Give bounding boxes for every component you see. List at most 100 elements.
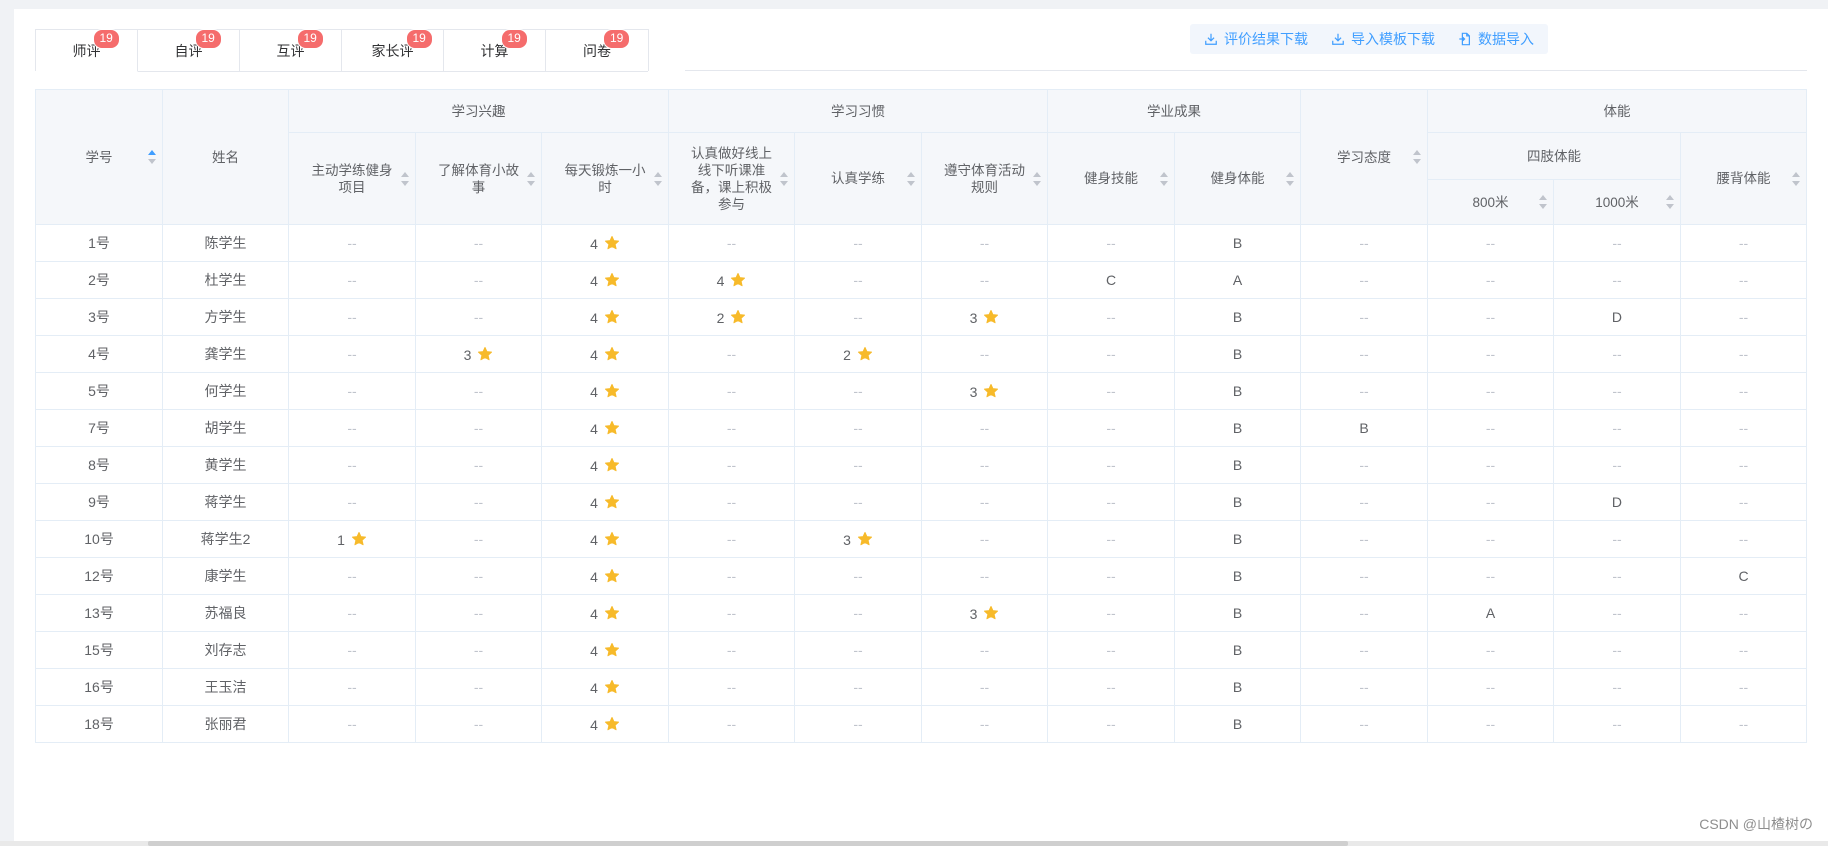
cell-score: -- <box>1046 520 1176 558</box>
sort-icon[interactable] <box>1032 171 1041 186</box>
col-800m[interactable]: 800米 <box>1427 179 1554 225</box>
score-value: -- <box>1738 383 1749 399</box>
sort-icon[interactable] <box>1413 150 1422 164</box>
score-value: -- <box>1359 568 1369 584</box>
score-value: -- <box>853 679 863 695</box>
score-value: -- <box>347 679 357 695</box>
score-value: 4 <box>590 272 598 289</box>
download-results-button[interactable]: 评价结果下载 <box>1190 24 1322 54</box>
sort-icon[interactable] <box>1792 171 1800 186</box>
cell-score: 4 <box>540 520 670 558</box>
sort-icon[interactable] <box>907 171 916 186</box>
tab-4[interactable]: 计算 19 <box>444 28 546 72</box>
cell-score: -- <box>1552 520 1682 558</box>
sort-icon[interactable] <box>1285 171 1294 186</box>
cell-name: 苏福良 <box>162 594 289 632</box>
cell-score: -- <box>415 298 542 336</box>
cell-score: -- <box>921 409 1048 447</box>
col-daily-exercise[interactable]: 每天锻炼一小时 <box>540 132 670 225</box>
col-listen-class[interactable]: 认真做好线上线下听课准备，课上积极参与 <box>668 132 795 225</box>
scrollbar-thumb[interactable] <box>148 841 1348 846</box>
score-value: 2 <box>716 309 725 326</box>
score-value: -- <box>853 420 863 436</box>
score-value: -- <box>1738 494 1749 510</box>
cell-score: -- <box>415 631 542 669</box>
table-row[interactable]: 13号 苏福良 -- -- 4 -- -- 3 -- B -- A -- -- <box>34 594 1807 632</box>
cell-score: 4 <box>540 631 670 669</box>
sort-icon[interactable] <box>654 171 663 186</box>
table-row[interactable]: 15号 刘存志 -- -- 4 -- -- -- -- B -- -- -- -- <box>34 631 1807 669</box>
score-value: -- <box>1106 679 1116 695</box>
cell-score: -- <box>1427 335 1554 373</box>
cell-score: -- <box>1427 483 1554 521</box>
tab-2[interactable]: 互评 19 <box>240 28 342 72</box>
col-1000m[interactable]: 1000米 <box>1552 179 1682 225</box>
cell-score: 3 <box>415 335 542 373</box>
col-attitude[interactable]: 学习态度 <box>1299 89 1429 225</box>
cell-score: B <box>1174 668 1301 706</box>
col-rules[interactable]: 遵守体育活动规则 <box>921 132 1048 225</box>
cell-score: -- <box>1552 446 1682 484</box>
cell-score: 1 <box>287 520 417 558</box>
cell-name: 杜学生 <box>162 261 289 299</box>
tab-0[interactable]: 师评 19 <box>36 28 138 72</box>
score-value: -- <box>1106 383 1116 399</box>
cell-student-no: 13号 <box>34 594 164 632</box>
table-row[interactable]: 2号 杜学生 -- -- 4 4 -- -- C A -- -- -- -- <box>34 261 1807 299</box>
star-icon <box>857 531 872 545</box>
sort-icon[interactable] <box>401 171 410 186</box>
cell-score: -- <box>668 446 795 484</box>
table-row[interactable]: 10号 蒋学生2 1 -- 4 -- 3 -- -- B -- -- -- -- <box>34 520 1807 558</box>
table-row[interactable]: 18号 张丽君 -- -- 4 -- -- -- -- B -- -- -- -- <box>34 705 1807 743</box>
tab-5[interactable]: 问卷 19 <box>546 28 648 72</box>
sort-icon[interactable] <box>1666 195 1675 209</box>
cell-score: -- <box>1427 557 1554 595</box>
sort-icon[interactable] <box>1538 195 1547 209</box>
tab-1[interactable]: 自评 19 <box>138 28 240 72</box>
score-value: -- <box>979 420 990 436</box>
cell-score: -- <box>1427 261 1554 299</box>
cell-student-no: 18号 <box>34 705 164 743</box>
table-row[interactable]: 8号 黄学生 -- -- 4 -- -- -- -- B -- -- -- -- <box>34 446 1807 484</box>
score-value: -- <box>1359 679 1369 695</box>
import-data-button[interactable]: 数据导入 <box>1444 24 1548 54</box>
table-row[interactable]: 12号 康学生 -- -- 4 -- -- -- -- B -- -- -- C <box>34 557 1807 595</box>
table-row[interactable]: 7号 胡学生 -- -- 4 -- -- -- -- B B -- -- -- <box>34 409 1807 447</box>
cell-score: B <box>1174 631 1301 669</box>
cell-name: 康学生 <box>162 557 289 595</box>
sort-icon[interactable] <box>1160 171 1169 186</box>
col-student-no[interactable]: 学号 <box>34 89 164 225</box>
cell-score: -- <box>287 483 417 521</box>
col-serious-practice[interactable]: 认真学练 <box>793 132 923 225</box>
table-row[interactable]: 1号 陈学生 -- -- 4 -- -- -- -- B -- -- -- -- <box>34 224 1807 262</box>
download-template-button[interactable]: 导入模板下载 <box>1317 24 1449 54</box>
table-row[interactable]: 9号 蒋学生 -- -- 4 -- -- -- -- B -- -- D -- <box>34 483 1807 521</box>
table-row[interactable]: 3号 方学生 -- -- 4 2 -- 3 -- B -- -- D -- <box>34 298 1807 336</box>
cell-score: -- <box>415 409 542 447</box>
cell-score: -- <box>1046 446 1176 484</box>
table-row[interactable]: 16号 王玉洁 -- -- 4 -- -- -- -- B -- -- -- -- <box>34 668 1807 706</box>
cell-score: -- <box>1552 594 1682 632</box>
col-waist[interactable]: 腰背体能 <box>1680 132 1807 225</box>
col-fitness[interactable]: 健身体能 <box>1174 132 1301 225</box>
cell-score: -- <box>1552 224 1682 262</box>
col-active-practice[interactable]: 主动学练健身项目 <box>287 132 417 225</box>
sort-icon[interactable] <box>779 171 788 186</box>
cell-score: -- <box>1552 261 1682 299</box>
cell-name: 蒋学生2 <box>162 520 289 558</box>
cell-name: 龚学生 <box>162 335 289 373</box>
table-row[interactable]: 4号 龚学生 -- 3 4 -- 2 -- -- B -- -- -- -- <box>34 335 1807 373</box>
table-row[interactable]: 5号 何学生 -- -- 4 -- -- 3 -- B -- -- -- -- <box>34 372 1807 410</box>
sort-icon[interactable] <box>148 150 157 164</box>
score-value: -- <box>853 494 863 510</box>
sort-icon[interactable] <box>526 171 535 186</box>
tab-3[interactable]: 家长评 19 <box>342 28 444 72</box>
col-skill[interactable]: 健身技能 <box>1046 132 1176 225</box>
col-pe-stories[interactable]: 了解体育小故事 <box>415 132 542 225</box>
score-value: -- <box>1359 605 1369 621</box>
tab-count-badge: 19 <box>500 28 528 49</box>
cell-score: -- <box>1299 705 1429 743</box>
horizontal-scrollbar[interactable] <box>0 841 1828 846</box>
tab-count-badge: 19 <box>194 28 222 49</box>
cell-score: -- <box>1299 594 1429 632</box>
